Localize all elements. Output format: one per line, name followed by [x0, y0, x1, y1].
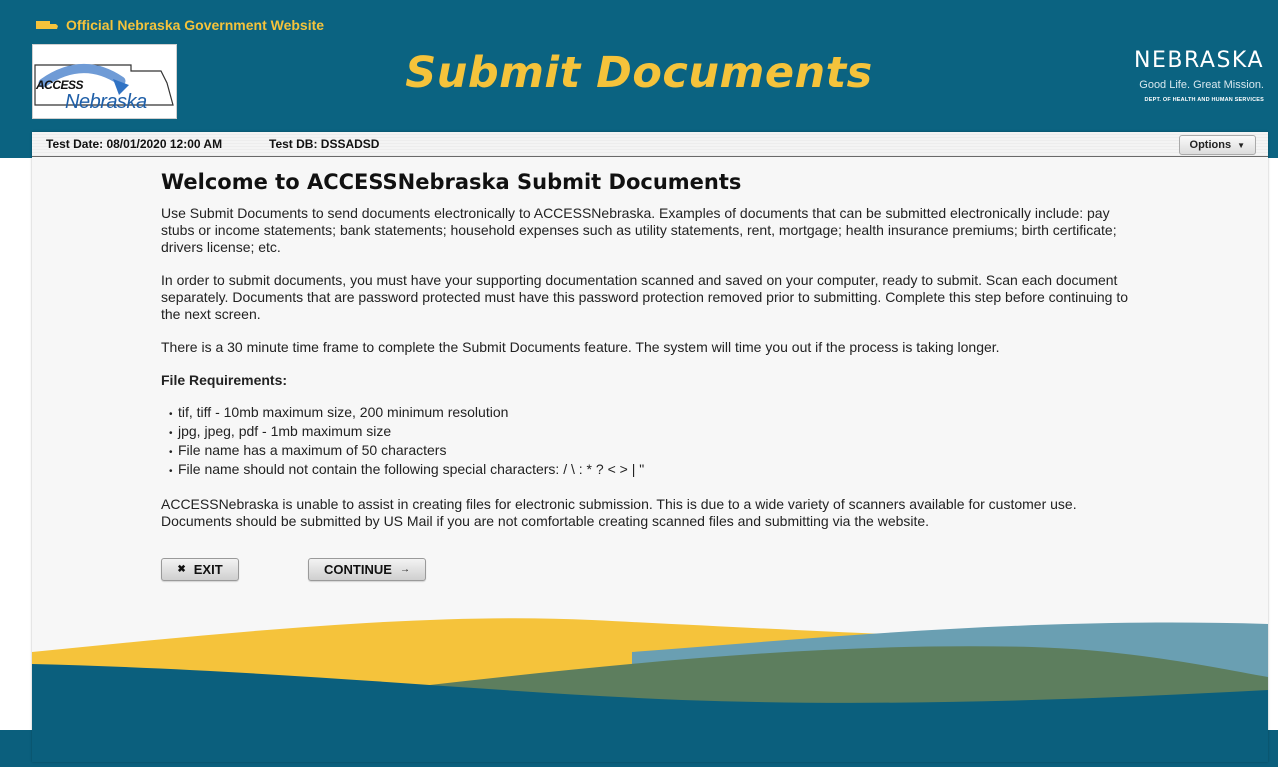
close-icon: ✖ [177, 564, 186, 575]
exit-button[interactable]: ✖ EXIT [161, 558, 239, 581]
continue-button[interactable]: CONTINUE → [308, 558, 426, 581]
test-date: Test Date: 08/01/2020 12:00 AM [46, 137, 223, 151]
options-label: Options [1189, 139, 1232, 151]
decorative-waves [32, 618, 1268, 762]
assistance-paragraph: ACCESSNebraska is unable to assist in cr… [161, 496, 1077, 529]
list-item: • File name should not contain the follow… [169, 461, 1141, 480]
test-info-bar: Test Date: 08/01/2020 12:00 AM Test DB: … [32, 132, 1268, 157]
page-title: Submit Documents [405, 48, 873, 98]
bullet-icon: • [169, 428, 173, 439]
list-item: • tif, tiff - 10mb maximum size, 200 mini… [169, 404, 1141, 423]
brand-name: NEBRASKA [1134, 48, 1264, 73]
time-limit-paragraph: There is a 30 minute time frame to compl… [161, 339, 1000, 355]
bullet-icon: • [169, 447, 173, 458]
brand-dept: DEPT. OF HEALTH AND HUMAN SERVICES [1144, 97, 1264, 103]
content-area: Welcome to ACCESSNebraska Submit Documen… [161, 170, 1141, 546]
exit-label: EXIT [193, 562, 223, 577]
gov-banner: Official Nebraska Government Website [36, 15, 324, 35]
requirements-list: • tif, tiff - 10mb maximum size, 200 mini… [161, 404, 1141, 480]
continue-label: CONTINUE [324, 562, 392, 577]
intro-paragraph: Use Submit Documents to send documents e… [161, 205, 1117, 255]
bullet-icon: • [169, 466, 173, 477]
nebraska-state-icon [36, 21, 58, 29]
dhhs-brand: NEBRASKA Good Life. Great Mission. DEPT.… [1114, 48, 1264, 103]
main-panel: Test Date: 08/01/2020 12:00 AM Test DB: … [32, 132, 1268, 762]
instructions-paragraph: In order to submit documents, you must h… [161, 272, 1129, 322]
gov-banner-text: Official Nebraska Government Website [66, 17, 325, 33]
caret-down-icon: ▼ [1237, 140, 1245, 150]
bullet-icon: • [169, 409, 173, 420]
welcome-heading: Welcome to ACCESSNebraska Submit Documen… [161, 170, 742, 194]
requirements-heading: File Requirements: [161, 372, 288, 388]
list-item: • jpg, jpeg, pdf - 1mb maximum size [169, 423, 1141, 442]
arrow-right-icon: → [399, 564, 410, 575]
test-db: Test DB: DSSADSD [269, 137, 380, 151]
list-item: • File name has a maximum of 50 character… [169, 442, 1141, 461]
options-button[interactable]: Options ▼ [1178, 135, 1256, 155]
brand-tagline: Good Life. Great Mission. [1139, 79, 1264, 91]
